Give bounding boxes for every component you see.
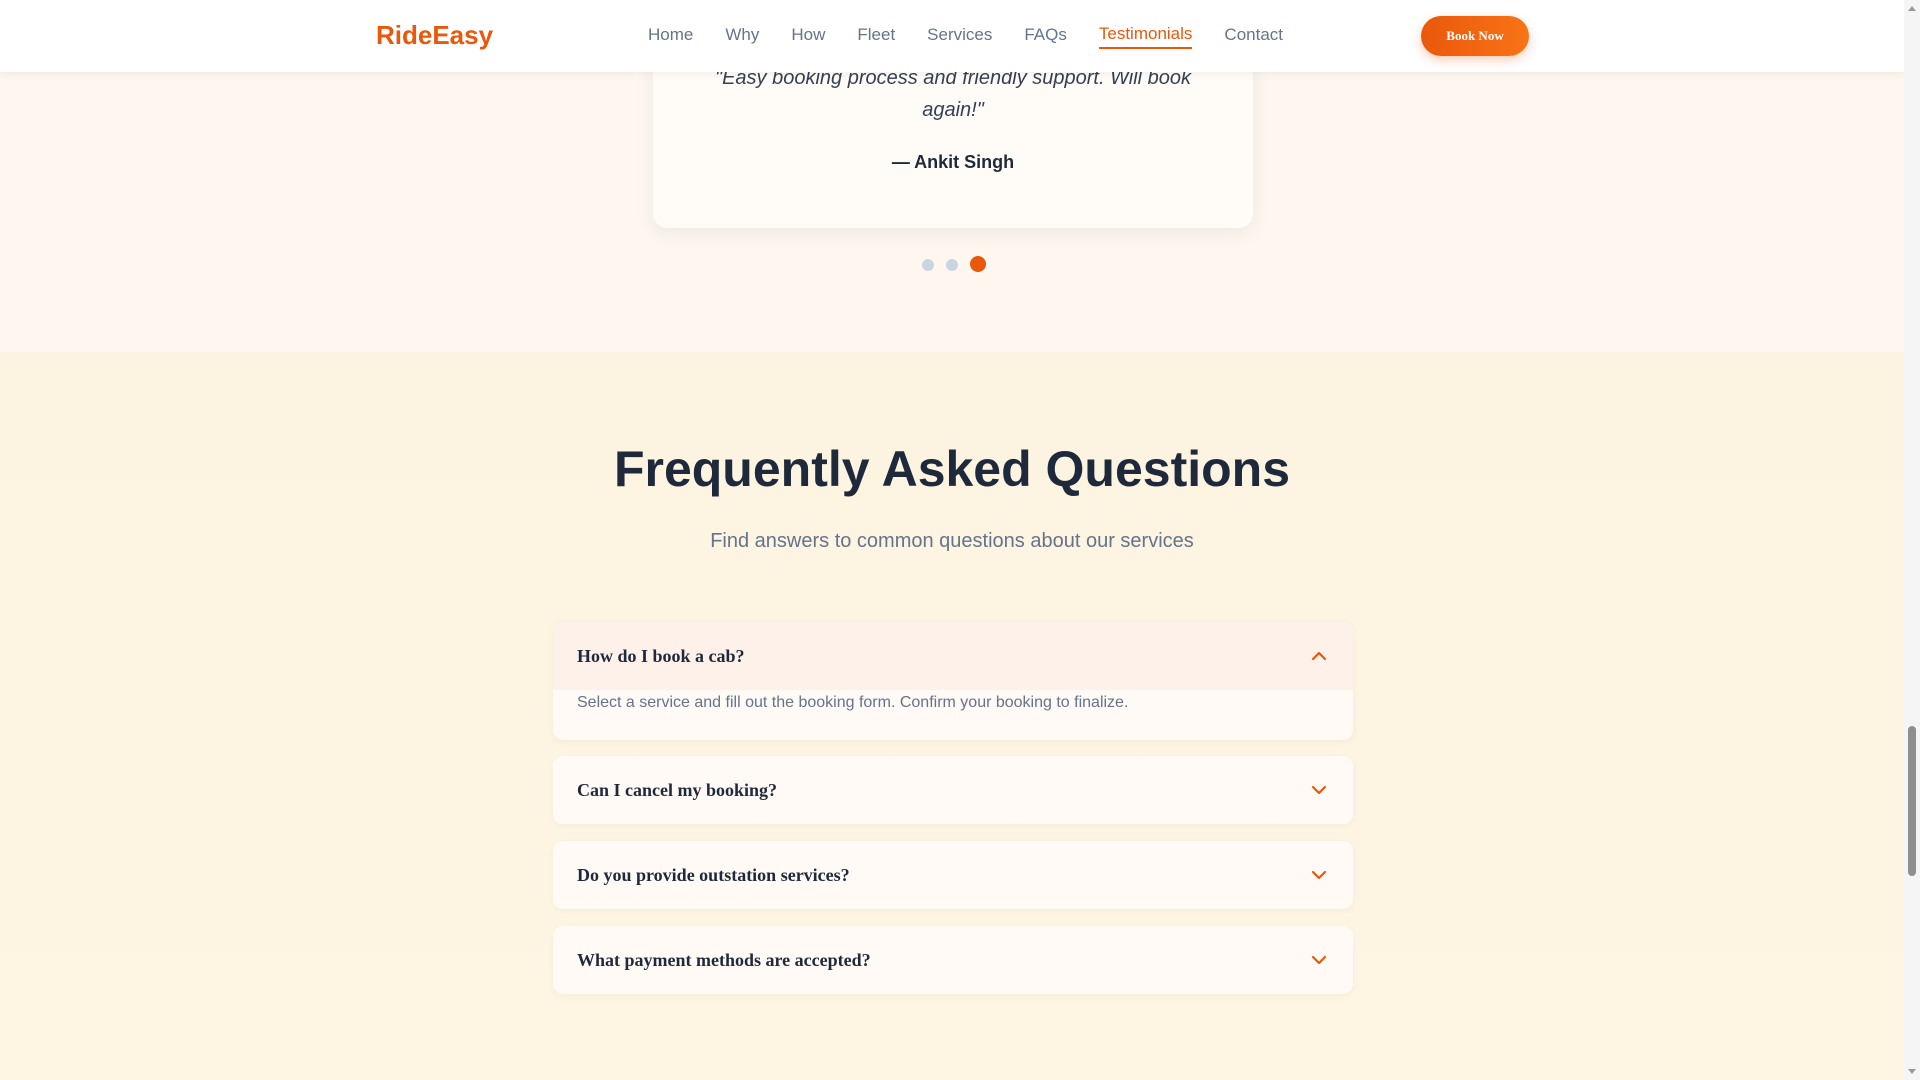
scroll-down-arrow-icon[interactable] — [1908, 1069, 1916, 1074]
nav-link-contact[interactable]: Contact — [1224, 25, 1283, 48]
scroll-up-arrow-icon[interactable] — [1908, 6, 1916, 11]
nav-link-how[interactable]: How — [791, 25, 825, 48]
faq-question-toggle[interactable]: Do you provide outstation services? — [553, 841, 1353, 909]
faq-item: Do you provide outstation services? — [553, 841, 1353, 909]
faq-question-toggle[interactable]: Can I cancel my booking? — [553, 756, 1353, 824]
carousel-dots — [922, 256, 986, 272]
site-header: RideEasy Home Why How Fleet Services FAQ… — [0, 0, 1904, 72]
nav-link-home[interactable]: Home — [648, 25, 693, 48]
book-now-button[interactable]: Book Now — [1421, 16, 1529, 56]
faq-question: Can I cancel my booking? — [577, 779, 778, 800]
logo[interactable]: RideEasy — [376, 20, 493, 51]
testimonial-author: — Ankit Singh — [891, 152, 1015, 172]
carousel-dot-2[interactable] — [946, 259, 958, 271]
faq-question-toggle[interactable]: What payment methods are accepted? — [553, 926, 1353, 994]
faq-answer: Select a service and fill out the bookin… — [577, 694, 1129, 711]
nav-link-services[interactable]: Services — [927, 25, 992, 48]
chevron-down-icon — [1311, 870, 1327, 880]
faq-item: What payment methods are accepted? — [553, 926, 1353, 994]
nav-link-why[interactable]: Why — [725, 25, 759, 48]
chevron-down-icon — [1311, 955, 1327, 965]
nav-link-faqs[interactable]: FAQs — [1024, 25, 1067, 48]
faq-question: Do you provide outstation services? — [577, 864, 850, 885]
page: "Easy booking process and friendly suppo… — [0, 0, 1904, 1080]
vertical-scrollbar[interactable] — [1904, 0, 1920, 1080]
faq-question: What payment methods are accepted? — [577, 949, 871, 970]
faq-item: Can I cancel my booking? — [553, 756, 1353, 824]
main-nav: Home Why How Fleet Services FAQs Testimo… — [648, 0, 1283, 72]
chevron-down-icon — [1311, 785, 1327, 795]
faq-subtitle: Find answers to common questions about o… — [710, 530, 1194, 552]
nav-link-testimonials[interactable]: Testimonials — [1098, 24, 1193, 49]
carousel-dot-3[interactable] — [970, 256, 986, 272]
carousel-dot-1[interactable] — [922, 259, 934, 271]
nav-link-fleet[interactable]: Fleet — [857, 25, 895, 48]
scrollbar-thumb[interactable] — [1908, 726, 1916, 876]
faq-question-toggle[interactable]: How do I book a cab? — [553, 622, 1353, 690]
faq-title: Frequently Asked Questions — [613, 441, 1291, 497]
chevron-up-icon — [1311, 651, 1327, 661]
faq-section: Frequently Asked Questions Find answers … — [0, 352, 1904, 1080]
faq-item: How do I book a cab? Select a service an… — [553, 622, 1353, 740]
faq-question: How do I book a cab? — [577, 645, 745, 666]
